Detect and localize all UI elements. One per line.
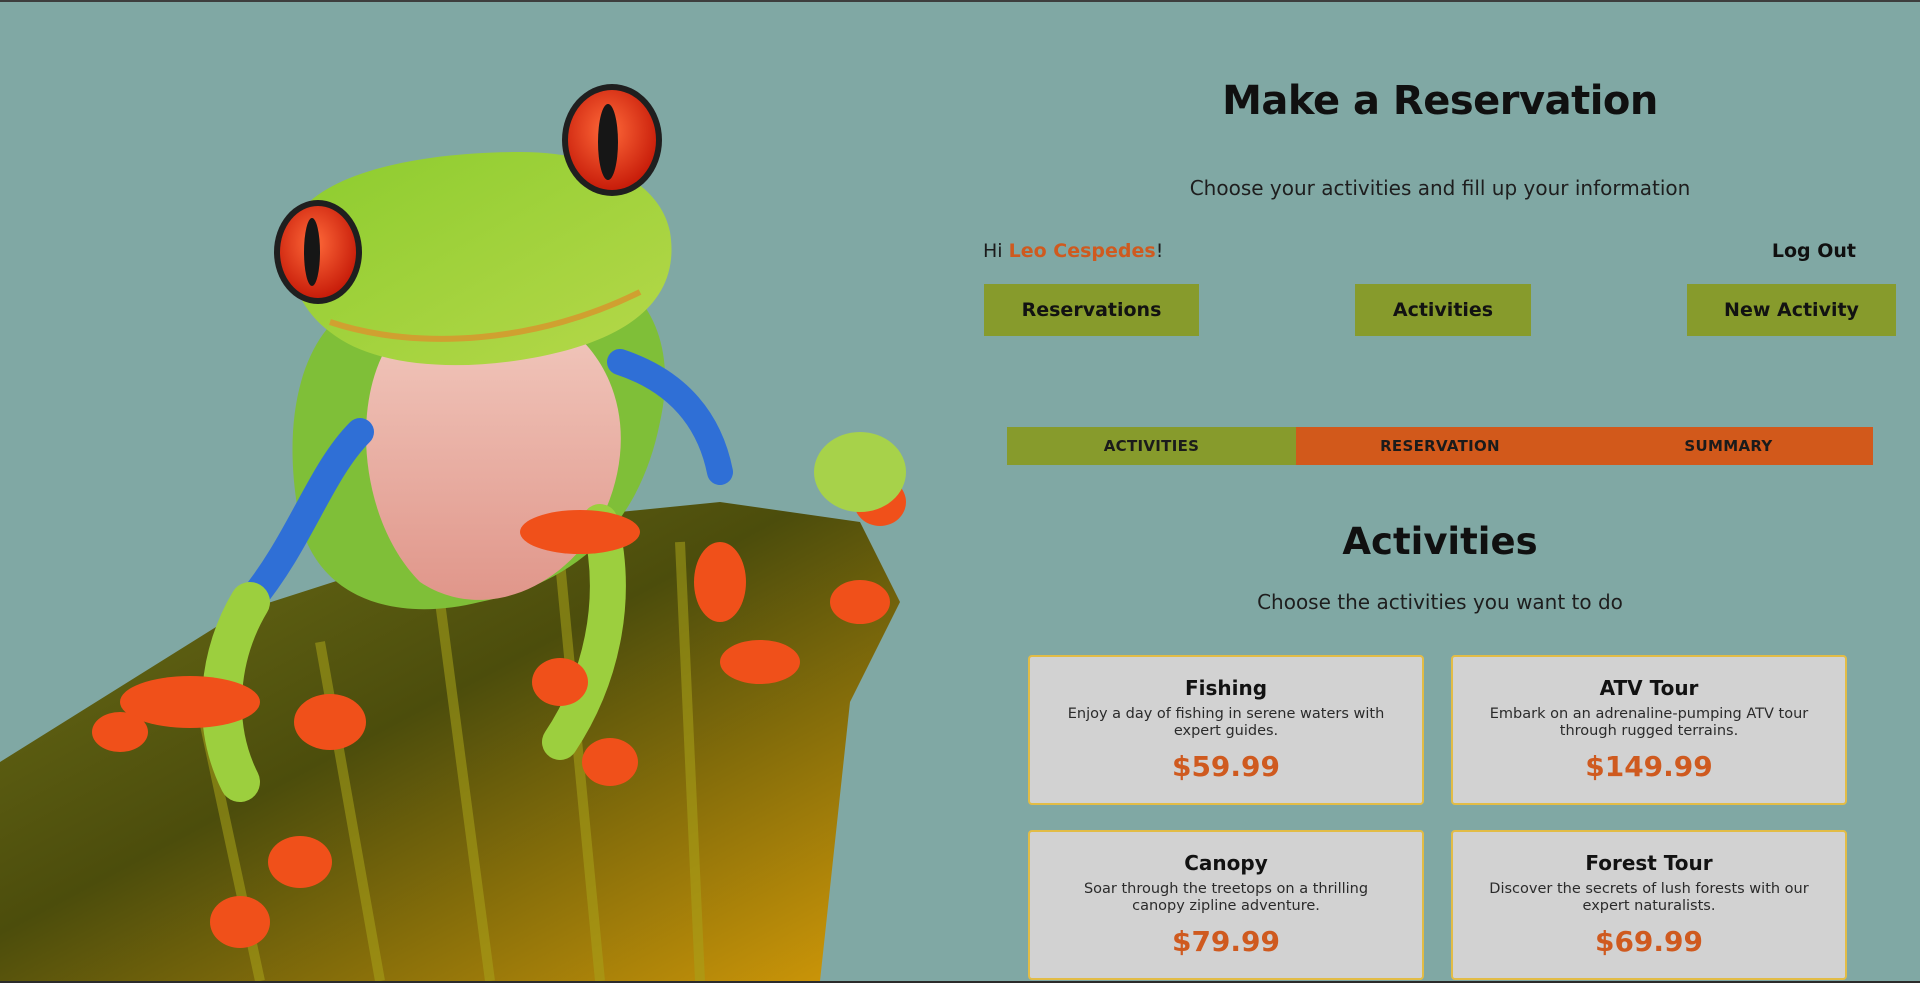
new-activity-button[interactable]: New Activity	[1687, 284, 1896, 336]
activity-name: Forest Tour	[1585, 851, 1713, 875]
activity-description: Enjoy a day of fishing in serene waters …	[1067, 706, 1385, 739]
activity-description: Discover the secrets of lush forests wit…	[1489, 881, 1809, 914]
page-subtitle: Choose your activities and fill up your …	[1189, 176, 1691, 200]
reservation-panel: Make a Reservation Choose your activitie…	[960, 0, 1920, 983]
activities-section-title: Activities	[1342, 520, 1538, 563]
user-greeting: Hi Leo Cespedes!	[983, 240, 1163, 262]
step-tab-reservation[interactable]: RESERVATION	[1296, 427, 1584, 465]
activity-price: $59.99	[1171, 750, 1281, 783]
greeting-prefix: Hi	[983, 240, 1009, 262]
activity-card-canopy[interactable]: Canopy Soar through the treetops on a th…	[1028, 830, 1424, 980]
step-tabs: ACTIVITIES RESERVATION SUMMARY	[1007, 427, 1873, 465]
user-name: Leo Cespedes	[1008, 240, 1156, 262]
activity-price: $69.99	[1594, 925, 1704, 958]
activity-card-fishing[interactable]: Fishing Enjoy a day of fishing in serene…	[1028, 655, 1424, 805]
activity-description: Embark on an adrenaline-pumping ATV tour…	[1489, 706, 1809, 739]
page-title: Make a Reservation	[1222, 78, 1658, 124]
activity-name: Fishing	[1184, 676, 1268, 700]
activity-description: Soar through the treetops on a thrilling…	[1083, 881, 1369, 914]
activity-price: $79.99	[1171, 925, 1281, 958]
logout-link[interactable]: Log Out	[1772, 240, 1856, 262]
reservations-button[interactable]: Reservations	[984, 284, 1199, 336]
activity-card-forest-tour[interactable]: Forest Tour Discover the secrets of lush…	[1451, 830, 1847, 980]
activity-name: ATV Tour	[1599, 676, 1699, 700]
tree-frog-illustration	[0, 84, 906, 981]
step-tab-summary[interactable]: SUMMARY	[1584, 427, 1873, 465]
activity-card-atv-tour[interactable]: ATV Tour Embark on an adrenaline-pumping…	[1451, 655, 1847, 805]
step-tab-activities[interactable]: ACTIVITIES	[1007, 427, 1296, 465]
activities-button[interactable]: Activities	[1355, 284, 1531, 336]
greeting-suffix: !	[1155, 240, 1164, 262]
activity-name: Canopy	[1184, 851, 1268, 875]
activity-price: $149.99	[1585, 750, 1713, 783]
activities-section-subtitle: Choose the activities you want to do	[1257, 590, 1623, 614]
